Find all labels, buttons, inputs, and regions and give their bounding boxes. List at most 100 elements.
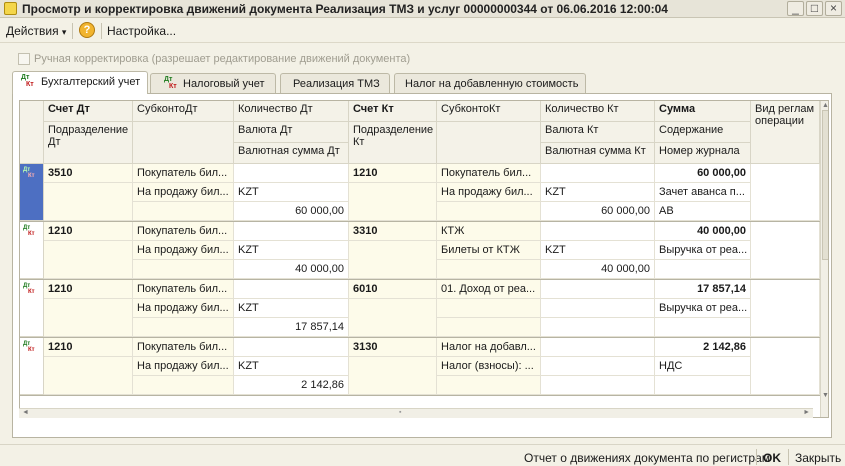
cell-currency-kt[interactable] xyxy=(541,299,655,318)
row-marker[interactable]: Дт Кт xyxy=(20,338,44,395)
cell-department-dt[interactable] xyxy=(44,357,133,395)
cell-subconto-kt-1[interactable]: КТЖ xyxy=(437,222,541,241)
horizontal-scrollbar[interactable]: ◄ ▪ ► xyxy=(19,408,813,418)
cell-department-dt[interactable] xyxy=(44,299,133,337)
header-currency-dt[interactable]: Валюта Дт xyxy=(234,122,349,143)
cell-subconto-dt-2[interactable]: На продажу бил... xyxy=(133,241,234,260)
cell-subconto-kt-3[interactable] xyxy=(437,318,541,337)
cell-account-kt[interactable]: 6010 xyxy=(349,280,437,299)
cell-subconto-kt-2[interactable] xyxy=(437,299,541,318)
cell-department-kt[interactable] xyxy=(349,299,437,337)
cell-subconto-kt-3[interactable] xyxy=(437,376,541,395)
tab-accounting[interactable]: Дт Кт Бухгалтерский учет xyxy=(12,71,148,94)
cell-subconto-dt-3[interactable] xyxy=(133,376,234,395)
cell-subconto-dt-3[interactable] xyxy=(133,260,234,279)
cell-account-dt[interactable]: 1210 xyxy=(44,338,133,357)
cell-subconto-kt-2[interactable]: На продажу бил... xyxy=(437,183,541,202)
cell-qty-dt[interactable] xyxy=(234,280,349,299)
cell-currency-dt[interactable]: KZT xyxy=(234,357,349,376)
cell-journal-number[interactable] xyxy=(655,318,751,337)
cell-account-kt[interactable]: 3310 xyxy=(349,222,437,241)
cell-currency-dt[interactable]: KZT xyxy=(234,241,349,260)
scroll-down-icon[interactable]: ▼ xyxy=(822,392,828,399)
cell-content[interactable]: НДС xyxy=(655,357,751,376)
cell-subconto-kt-1[interactable]: Налог на добавл... xyxy=(437,338,541,357)
cell-currency-dt[interactable]: KZT xyxy=(234,183,349,202)
cell-subconto-dt-3[interactable] xyxy=(133,318,234,337)
cell-subconto-dt-1[interactable]: Покупатель бил... xyxy=(133,222,234,241)
cell-subconto-dt-2[interactable]: На продажу бил... xyxy=(133,183,234,202)
cell-department-kt[interactable] xyxy=(349,357,437,395)
cell-currency-sum-dt[interactable]: 40 000,00 xyxy=(234,260,349,279)
cell-account-dt[interactable]: 3510 xyxy=(44,164,133,183)
minimize-button[interactable]: _ xyxy=(787,1,804,16)
cell-subconto-dt-2[interactable]: На продажу бил... xyxy=(133,357,234,376)
header-currency-sum-kt[interactable]: Валютная сумма Кт xyxy=(541,143,655,164)
cell-currency-sum-kt[interactable] xyxy=(541,376,655,395)
cell-journal-number[interactable] xyxy=(655,260,751,279)
scroll-thumb[interactable] xyxy=(822,110,828,260)
cell-qty-kt[interactable] xyxy=(541,338,655,357)
tab-tax-accounting[interactable]: Дт Кт Налоговый учет xyxy=(150,73,276,93)
cell-subconto-kt-2[interactable]: Налог (взносы): ... xyxy=(437,357,541,376)
help-icon[interactable]: ? xyxy=(79,22,95,38)
scroll-left-icon[interactable]: ◄ xyxy=(22,409,29,416)
cell-sum[interactable]: 17 857,14 xyxy=(655,280,751,299)
cell-content[interactable]: Выручка от реа... xyxy=(655,241,751,260)
row-marker[interactable]: Дт Кт xyxy=(20,222,44,279)
cell-currency-sum-kt[interactable] xyxy=(541,318,655,337)
header-account-kt[interactable]: Счет Кт xyxy=(349,101,437,122)
cell-currency-kt[interactable]: KZT xyxy=(541,241,655,260)
ok-button[interactable]: OK xyxy=(763,451,781,465)
header-currency-kt[interactable]: Валюта Кт xyxy=(541,122,655,143)
cell-operation-type[interactable] xyxy=(751,222,820,279)
cell-qty-kt[interactable] xyxy=(541,164,655,183)
cell-currency-dt[interactable]: KZT xyxy=(234,299,349,318)
cell-account-kt[interactable]: 1210 xyxy=(349,164,437,183)
cell-qty-dt[interactable] xyxy=(234,164,349,183)
header-content[interactable]: Содержание xyxy=(655,122,751,143)
header-qty-dt[interactable]: Количество Дт xyxy=(234,101,349,122)
vertical-scrollbar[interactable]: ▲ ▼ xyxy=(820,101,828,417)
cell-department-dt[interactable] xyxy=(44,241,133,279)
header-operation-type[interactable]: Вид реглам операции xyxy=(751,101,820,164)
cell-account-dt[interactable]: 1210 xyxy=(44,222,133,241)
cell-subconto-kt-1[interactable]: 01. Доход от реа... xyxy=(437,280,541,299)
cell-account-kt[interactable]: 3130 xyxy=(349,338,437,357)
cell-qty-dt[interactable] xyxy=(234,338,349,357)
header-department-dt[interactable]: Подразделение Дт xyxy=(44,122,133,164)
row-marker[interactable]: Дт Кт xyxy=(20,280,44,337)
report-movements-button[interactable]: Отчет о движениях документа по регистрам xyxy=(524,451,770,465)
cell-operation-type[interactable] xyxy=(751,164,820,221)
cell-currency-kt[interactable] xyxy=(541,357,655,376)
cell-subconto-dt-3[interactable] xyxy=(133,202,234,221)
cell-department-kt[interactable] xyxy=(349,183,437,221)
scroll-right-icon[interactable]: ► xyxy=(803,409,810,416)
cell-qty-kt[interactable] xyxy=(541,222,655,241)
actions-menu[interactable]: Действия ▾ xyxy=(6,24,66,38)
cell-currency-sum-dt[interactable]: 60 000,00 xyxy=(234,202,349,221)
cell-journal-number[interactable] xyxy=(655,376,751,395)
header-department-kt[interactable]: Подразделение Кт xyxy=(349,122,437,164)
cell-subconto-dt-1[interactable]: Покупатель бил... xyxy=(133,280,234,299)
cell-currency-sum-kt[interactable]: 40 000,00 xyxy=(541,260,655,279)
close-window-button[interactable]: × xyxy=(825,1,842,16)
cell-sum[interactable]: 60 000,00 xyxy=(655,164,751,183)
cell-content[interactable]: Зачет аванса п... xyxy=(655,183,751,202)
cell-subconto-dt-2[interactable]: На продажу бил... xyxy=(133,299,234,318)
cell-currency-kt[interactable]: KZT xyxy=(541,183,655,202)
cell-subconto-kt-3[interactable] xyxy=(437,202,541,221)
tab-vat[interactable]: Налог на добавленную стоимость xyxy=(394,73,586,93)
header-subconto-dt[interactable]: СубконтоДт xyxy=(133,101,234,122)
cell-journal-number[interactable]: АВ xyxy=(655,202,751,221)
cell-department-dt[interactable] xyxy=(44,183,133,221)
cell-department-kt[interactable] xyxy=(349,241,437,279)
cell-currency-sum-dt[interactable]: 2 142,86 xyxy=(234,376,349,395)
cell-currency-sum-dt[interactable]: 17 857,14 xyxy=(234,318,349,337)
row-marker[interactable]: Дт Кт xyxy=(20,164,44,221)
settings-button[interactable]: Настройка... xyxy=(107,24,176,38)
header-journal-number[interactable]: Номер журнала xyxy=(655,143,751,164)
cell-sum[interactable]: 2 142,86 xyxy=(655,338,751,357)
header-account-dt[interactable]: Счет Дт xyxy=(44,101,133,122)
cell-account-dt[interactable]: 1210 xyxy=(44,280,133,299)
